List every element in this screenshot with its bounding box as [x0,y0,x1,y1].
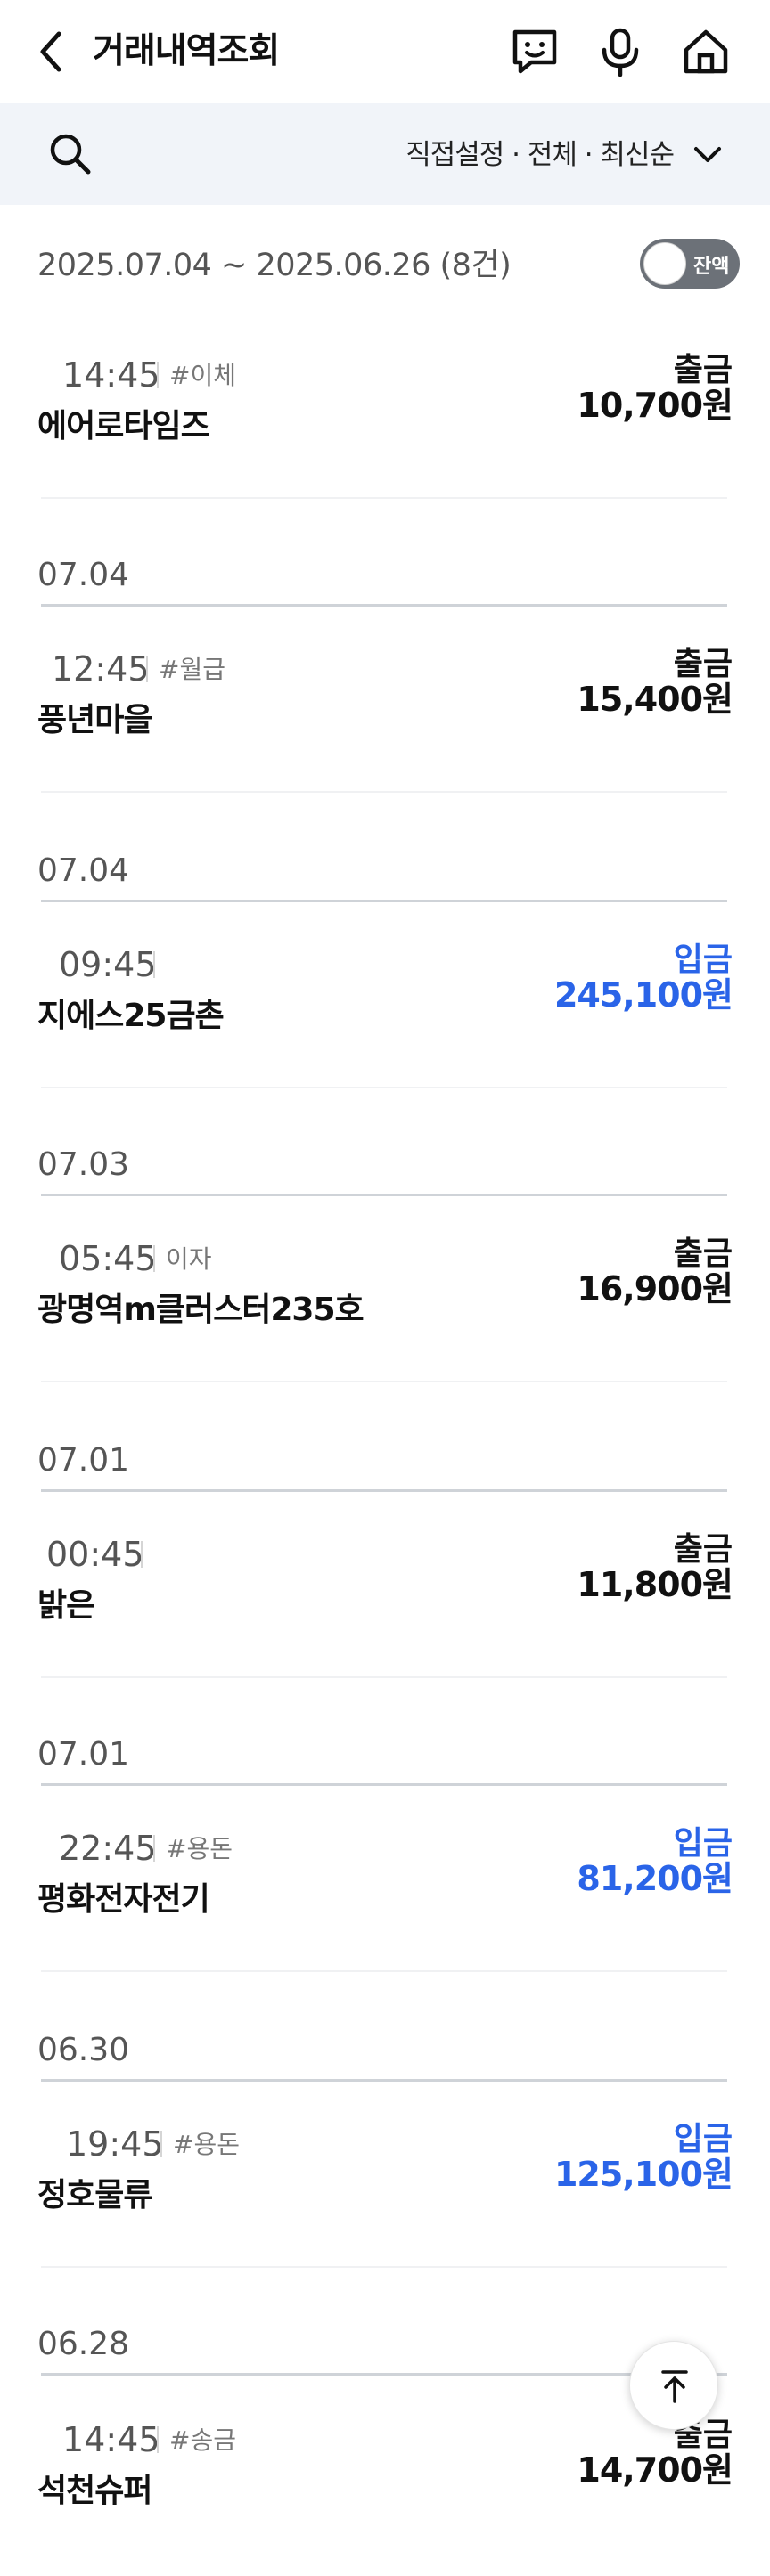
top-bar: 거래내역조회 [0,0,770,103]
transaction-amount: 81,200원 [577,1859,733,1898]
scroll-top-button[interactable] [629,2341,718,2430]
transaction-amount: 245,100원 [553,975,733,1015]
transaction-time: 05:45 [59,1239,157,1278]
transaction-time: 12:45 [52,649,150,689]
transaction-tag: #이체 [169,361,236,390]
time-separator [157,2426,159,2453]
row-divider [41,791,727,793]
date-header: 06.30 [37,2032,130,2068]
transaction-amount: 15,400원 [577,680,733,719]
time-separator [141,1541,143,1568]
date-divider [41,1783,727,1786]
row-divider [41,497,727,499]
transaction-tag: #송금 [169,2425,236,2455]
date-header: 07.01 [37,1442,130,1479]
row-divider [41,1970,727,1972]
microphone-icon[interactable] [594,25,647,78]
home-icon[interactable] [679,25,733,78]
time-separator [153,1245,155,1272]
transaction-name: 밝은 [37,1587,95,1624]
balance-toggle-label: 잔액 [693,256,730,278]
transaction-tag: 이자 [166,1244,212,1274]
transaction-tag: #용돈 [173,2130,240,2159]
transaction-time: 14:45 [62,355,160,395]
date-header: 07.04 [37,852,130,889]
transaction-name: 지에스25금촌 [37,998,225,1034]
transaction-time: 09:45 [59,945,157,984]
transaction-name: 광명역m클러스터235호 [37,1292,365,1328]
chevron-down-icon[interactable] [690,137,725,173]
transaction-time: 14:45 [62,2420,160,2459]
transaction-amount: 10,700원 [577,386,733,425]
page-title: 거래내역조회 [93,31,280,71]
transaction-name: 평화전자전기 [37,1881,210,1918]
transaction-time: 00:45 [46,1535,144,1574]
row-divider [41,2266,727,2268]
transaction-amount: 11,800원 [577,1565,733,1604]
date-divider [41,1489,727,1492]
balance-toggle[interactable]: 잔액 [640,239,740,289]
transaction-tag: #월급 [159,655,225,684]
arrow-up-icon [661,2370,688,2403]
transaction-row[interactable]: 05:45 이자 광명역m클러스터235호 출금 16,900원 [0,1235,770,1395]
transaction-row[interactable]: 14:45 #이체 에어로타임즈 출금 10,700원 [0,351,770,511]
transaction-amount: 16,900원 [577,1269,733,1308]
transaction-tag: #용돈 [166,1834,233,1863]
row-divider [41,1381,727,1382]
time-separator [146,656,148,682]
date-header: 06.28 [37,2326,130,2362]
transaction-name: 석천슈퍼 [37,2473,152,2509]
date-header: 07.03 [37,1146,130,1183]
date-divider [41,2079,727,2082]
row-divider [41,1676,727,1678]
date-range-summary: 2025.07.04 ~ 2025.06.26 (8건) [37,248,512,283]
time-separator [153,1835,155,1862]
transaction-row[interactable]: 09:45 지에스25금촌 입금 245,100원 [0,941,770,1101]
transaction-name: 풍년마을 [37,702,152,738]
back-icon[interactable] [32,27,71,77]
transaction-time: 19:45 [66,2124,164,2164]
date-header: 07.01 [37,1736,130,1773]
transaction-row[interactable]: 14:45 #송금 석천슈퍼 출금 14,700원 [0,2416,770,2576]
transaction-row[interactable]: 00:45 밝은 출금 11,800원 [0,1530,770,1691]
transaction-row[interactable]: 12:45 #월급 풍년마을 출금 15,400원 [0,645,770,805]
date-divider [41,604,727,607]
transaction-amount: 14,700원 [577,2450,733,2490]
transaction-amount: 125,100원 [553,2155,733,2194]
time-separator [157,362,159,388]
toggle-knob [643,242,686,285]
search-icon[interactable] [46,130,94,178]
transaction-name: 에어로타임즈 [37,408,210,444]
filter-bar: 직접설정 · 전체 · 최신순 [0,103,770,205]
date-divider [41,2373,727,2376]
date-divider [41,900,727,902]
transaction-row[interactable]: 19:45 #용돈 정호물류 입금 125,100원 [0,2120,770,2280]
date-divider [41,1194,727,1196]
time-separator [153,951,155,978]
date-header: 07.04 [37,557,130,593]
time-separator [160,2131,162,2157]
chatbot-icon[interactable] [508,25,561,78]
transaction-time: 22:45 [59,1829,157,1868]
transaction-name: 정호물류 [37,2177,152,2213]
row-divider [41,1087,727,1088]
transaction-row[interactable]: 22:45 #용돈 평화전자전기 입금 81,200원 [0,1824,770,1985]
filter-options[interactable]: 직접설정 · 전체 · 최신순 [405,135,675,175]
